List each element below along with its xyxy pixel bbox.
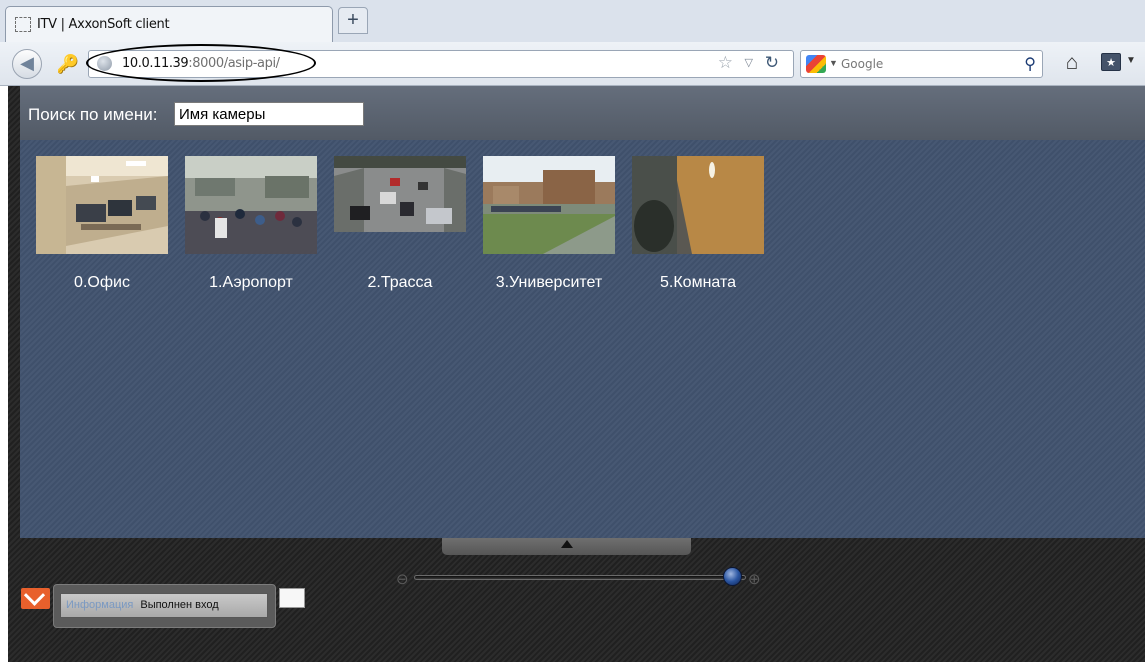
url-port-path: :8000/asip-api/ [188, 56, 280, 71]
camera-search-bar: Поиск по имени: [20, 86, 1145, 140]
back-arrow-icon[interactable]: ◀ [12, 49, 42, 79]
navigation-bar: ◀ 🔑 10.0.11.39:8000/asip-api/ ☆ ▽ ↻ ▼ Go… [0, 42, 1145, 86]
star-icon[interactable]: ☆ [718, 53, 733, 73]
camera-label[interactable]: 0.Офис [16, 274, 188, 292]
camera-label[interactable]: 1.Аэропорт [165, 274, 337, 292]
search-label: Поиск по имени: [28, 105, 158, 124]
status-value: Выполнен вход [140, 599, 219, 611]
camera-label[interactable]: 5.Комната [612, 274, 784, 292]
status-message: Информация Выполнен вход [60, 593, 268, 618]
camera-thumbnail[interactable] [185, 156, 317, 254]
camera-name-input[interactable] [174, 102, 364, 126]
home-icon[interactable]: ⌂ [1058, 49, 1086, 77]
panel-toggle-button[interactable] [442, 538, 691, 555]
camera-thumbnail[interactable] [483, 156, 615, 254]
status-key: Информация [66, 599, 134, 611]
reload-icon[interactable]: ↻ [765, 53, 779, 73]
camera-gallery: 0.Офис 1.Аэропорт 2.Трасса 3.Университет… [20, 140, 1145, 538]
zoom-slider-handle[interactable] [723, 567, 742, 586]
search-placeholder: Google [841, 57, 884, 71]
new-tab-button[interactable]: + [338, 7, 368, 34]
zoom-in-icon[interactable]: ⊕ [748, 570, 761, 588]
google-logo-icon[interactable] [806, 55, 826, 73]
favicon-icon [15, 17, 31, 32]
page-content: Поиск по имени: 0.Офис [8, 86, 1145, 662]
tab-title: ITV | AxxonSoft client [37, 17, 170, 32]
chevron-up-icon [561, 540, 573, 548]
bookmarks-icon[interactable]: ★ [1101, 53, 1121, 71]
tab-strip: ITV | AxxonSoft client + [0, 0, 1145, 42]
url-text: 10.0.11.39:8000/asip-api/ [122, 56, 280, 71]
url-host: 10.0.11.39 [122, 56, 189, 71]
chevron-down-icon[interactable]: ▼ [1126, 55, 1136, 66]
search-icon[interactable]: ⚲ [1024, 54, 1036, 74]
camera-thumbnail[interactable] [632, 156, 764, 254]
globe-icon [97, 56, 112, 71]
status-toggle-box[interactable] [279, 588, 305, 608]
address-bar[interactable]: 10.0.11.39:8000/asip-api/ ☆ ▽ ↻ [88, 50, 794, 78]
zoom-out-icon[interactable]: ⊖ [396, 570, 409, 588]
zoom-slider[interactable] [414, 575, 746, 580]
camera-label[interactable]: 3.Университет [463, 274, 635, 292]
chevron-down-icon[interactable]: ▽ [745, 56, 753, 69]
camera-label[interactable]: 2.Трасса [314, 274, 486, 292]
status-panel: Информация Выполнен вход [53, 584, 276, 628]
camera-thumbnail[interactable] [36, 156, 168, 254]
browser-tab[interactable]: ITV | AxxonSoft client [5, 6, 333, 42]
web-search-box[interactable]: ▼ Google ⚲ [800, 50, 1043, 78]
mail-icon[interactable] [21, 588, 50, 609]
chevron-down-icon[interactable]: ▼ [829, 58, 838, 68]
camera-thumbnail[interactable] [334, 156, 466, 232]
identity-key-icon[interactable]: 🔑 [54, 52, 82, 76]
